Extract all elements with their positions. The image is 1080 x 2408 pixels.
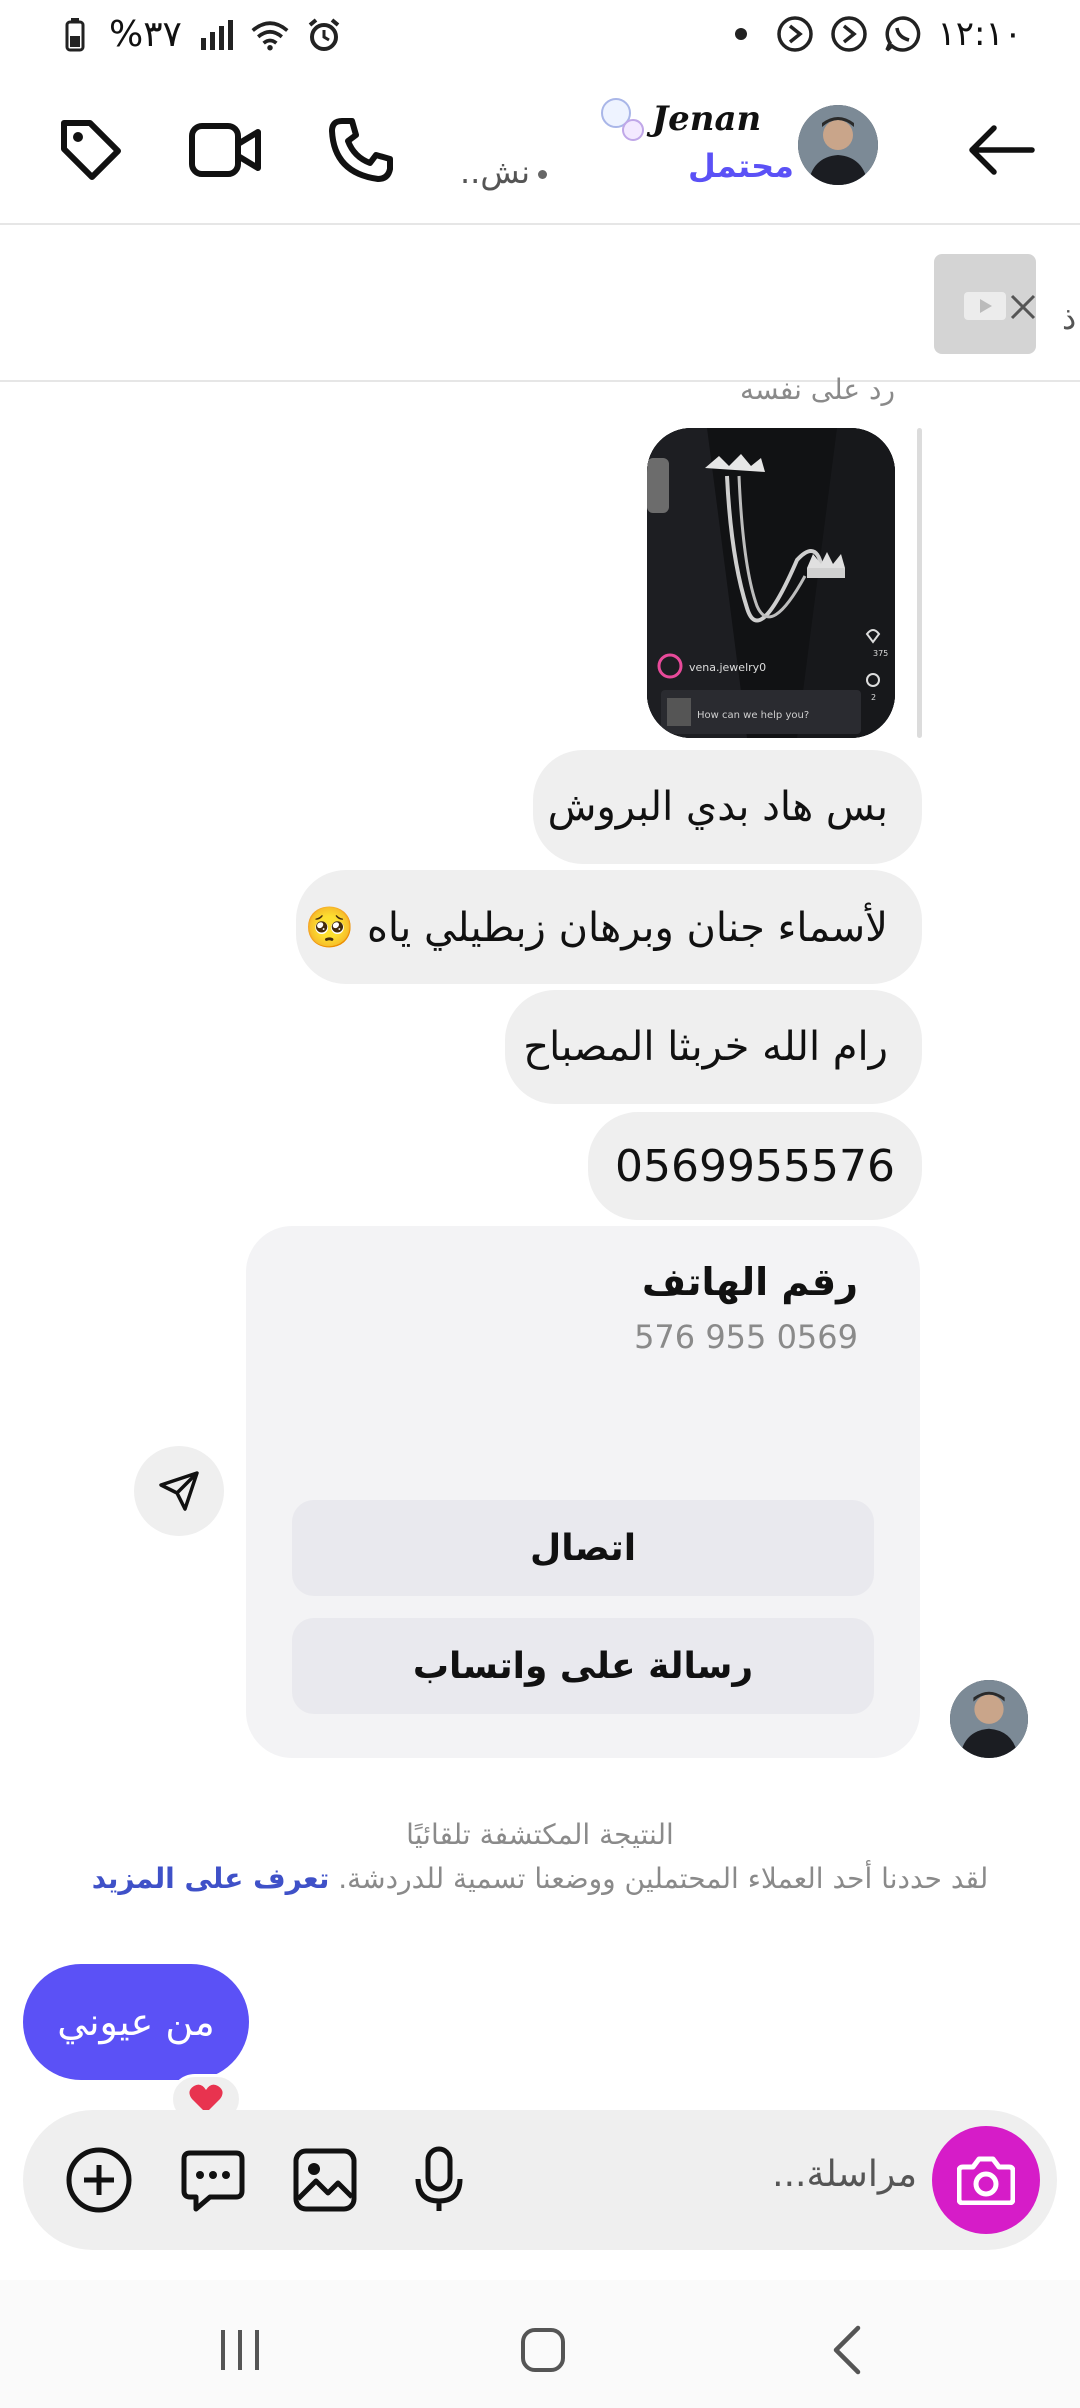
system-navigation-bar [0, 2280, 1080, 2408]
sent-message-text: من عيوني [57, 2000, 215, 2044]
phone-number-text: 0569955576 [615, 1140, 895, 1192]
camera-button[interactable] [932, 2126, 1040, 2234]
whatsapp-icon [883, 14, 923, 54]
whatsapp-message-button[interactable]: رسالة على واتساب [292, 1618, 874, 1714]
sticker-button[interactable] [173, 2140, 253, 2220]
close-icon [1010, 294, 1036, 320]
status-time: ١٢:١٠ [937, 14, 1022, 54]
reply-preview-bar: ذ [0, 227, 1080, 382]
chat-header: نش.. Jenan محتمل [0, 75, 1080, 225]
message-bubble[interactable]: بس هاد بدي البروش [533, 750, 922, 864]
battery-percent: %٣٧ [109, 14, 182, 55]
auto-detect-body: لقد حددنا أحد العملاء المحتملين ووضعنا ت… [40, 1862, 1040, 1895]
send-icon [159, 1471, 199, 1511]
battery-icon [55, 15, 95, 55]
phone-number-card: رقم الهاتف 576 955 0569 اتصال رسالة على … [246, 1226, 920, 1758]
plus-icon [66, 2147, 132, 2213]
message-text: لأسماء جنان وبرهان زبطيلي ياه 🥺 [304, 904, 888, 951]
tag-button[interactable] [46, 105, 136, 195]
signal-icon [196, 15, 236, 55]
post-account: vena.jewelry0 [689, 661, 766, 674]
contact-status: نش.. [460, 153, 548, 191]
back-button[interactable] [956, 105, 1046, 195]
phone-card-number: 576 955 0569 [634, 1318, 858, 1356]
online-dot [538, 169, 548, 179]
chevron-left-icon [833, 2325, 861, 2375]
gallery-button[interactable] [285, 2140, 365, 2220]
whatsapp-button-label: رسالة على واتساب [412, 1645, 754, 1687]
status-left: %٣٧ [55, 14, 344, 55]
share-button[interactable] [134, 1446, 224, 1536]
sent-message-bubble[interactable]: من عيوني [23, 1964, 249, 2080]
auto-detect-text: لقد حددنا أحد العملاء المحتملين ووضعنا ت… [338, 1862, 989, 1895]
message-input[interactable]: مراسلة... [772, 2154, 917, 2195]
status-right: ١٢:١٠ [721, 14, 1022, 54]
message-text: بس هاد بدي البروش [547, 784, 888, 830]
home-button[interactable] [503, 2310, 583, 2390]
sync-icon [775, 14, 815, 54]
image-icon [293, 2148, 357, 2212]
lead-label[interactable]: محتمل [688, 147, 794, 185]
close-reply-button[interactable] [1003, 287, 1043, 327]
shared-post[interactable]: vena.jewelry0 375 2 How can we help you? [647, 428, 895, 738]
reply-text: ذ [1062, 299, 1077, 337]
message-bubble[interactable]: رام الله خربثا المصباح [505, 990, 922, 1104]
sync-icon [829, 14, 869, 54]
post-prompt: How can we help you? [697, 710, 809, 721]
phone-icon [329, 118, 393, 182]
message-text: رام الله خربثا المصباح [523, 1024, 888, 1070]
dot-icon [721, 14, 761, 54]
sender-avatar[interactable] [950, 1680, 1028, 1758]
recent-apps-icon [221, 2330, 259, 2370]
call-button[interactable]: اتصال [292, 1500, 874, 1596]
replied-to-self-label: رد على نفسه [739, 373, 895, 406]
contact-info[interactable]: Jenan محتمل [600, 97, 794, 197]
video-call-button[interactable] [180, 105, 270, 195]
back-arrow-icon [969, 125, 1035, 175]
microphone-icon [415, 2146, 463, 2211]
video-call-icon [189, 123, 261, 177]
message-bubble[interactable]: 0569955576 [588, 1112, 922, 1220]
wifi-icon [250, 15, 290, 55]
contact-name: Jenan [652, 99, 762, 139]
shared-post-image: vena.jewelry0 375 2 How can we help you? [647, 428, 895, 738]
voice-call-button[interactable] [316, 105, 406, 195]
home-icon [521, 2328, 565, 2372]
learn-more-link[interactable]: تعرف على المزيد [92, 1862, 330, 1895]
system-back-button[interactable] [806, 2310, 886, 2390]
message-composer: مراسلة... [23, 2110, 1057, 2250]
alarm-icon [304, 15, 344, 55]
camera-icon [957, 2156, 1015, 2205]
bubbles-emoji [600, 97, 646, 147]
status-bar: %٣٧ ١٢:١٠ [0, 0, 1080, 75]
recent-apps-button[interactable] [200, 2310, 280, 2390]
tag-icon [61, 120, 121, 180]
voice-message-button[interactable] [399, 2140, 479, 2220]
post-comments: 2 [871, 693, 876, 702]
reply-line [917, 428, 922, 738]
auto-detect-title: النتيجة المكتشفة تلقائيًا [406, 1818, 674, 1851]
call-button-label: اتصال [529, 1527, 637, 1569]
phone-card-title: رقم الهاتف [642, 1260, 858, 1304]
chat-bubble-icon [181, 2150, 245, 2212]
contact-avatar[interactable] [798, 105, 878, 185]
post-likes: 375 [873, 649, 888, 658]
add-button[interactable] [59, 2140, 139, 2220]
message-bubble[interactable]: لأسماء جنان وبرهان زبطيلي ياه 🥺 [296, 870, 922, 984]
